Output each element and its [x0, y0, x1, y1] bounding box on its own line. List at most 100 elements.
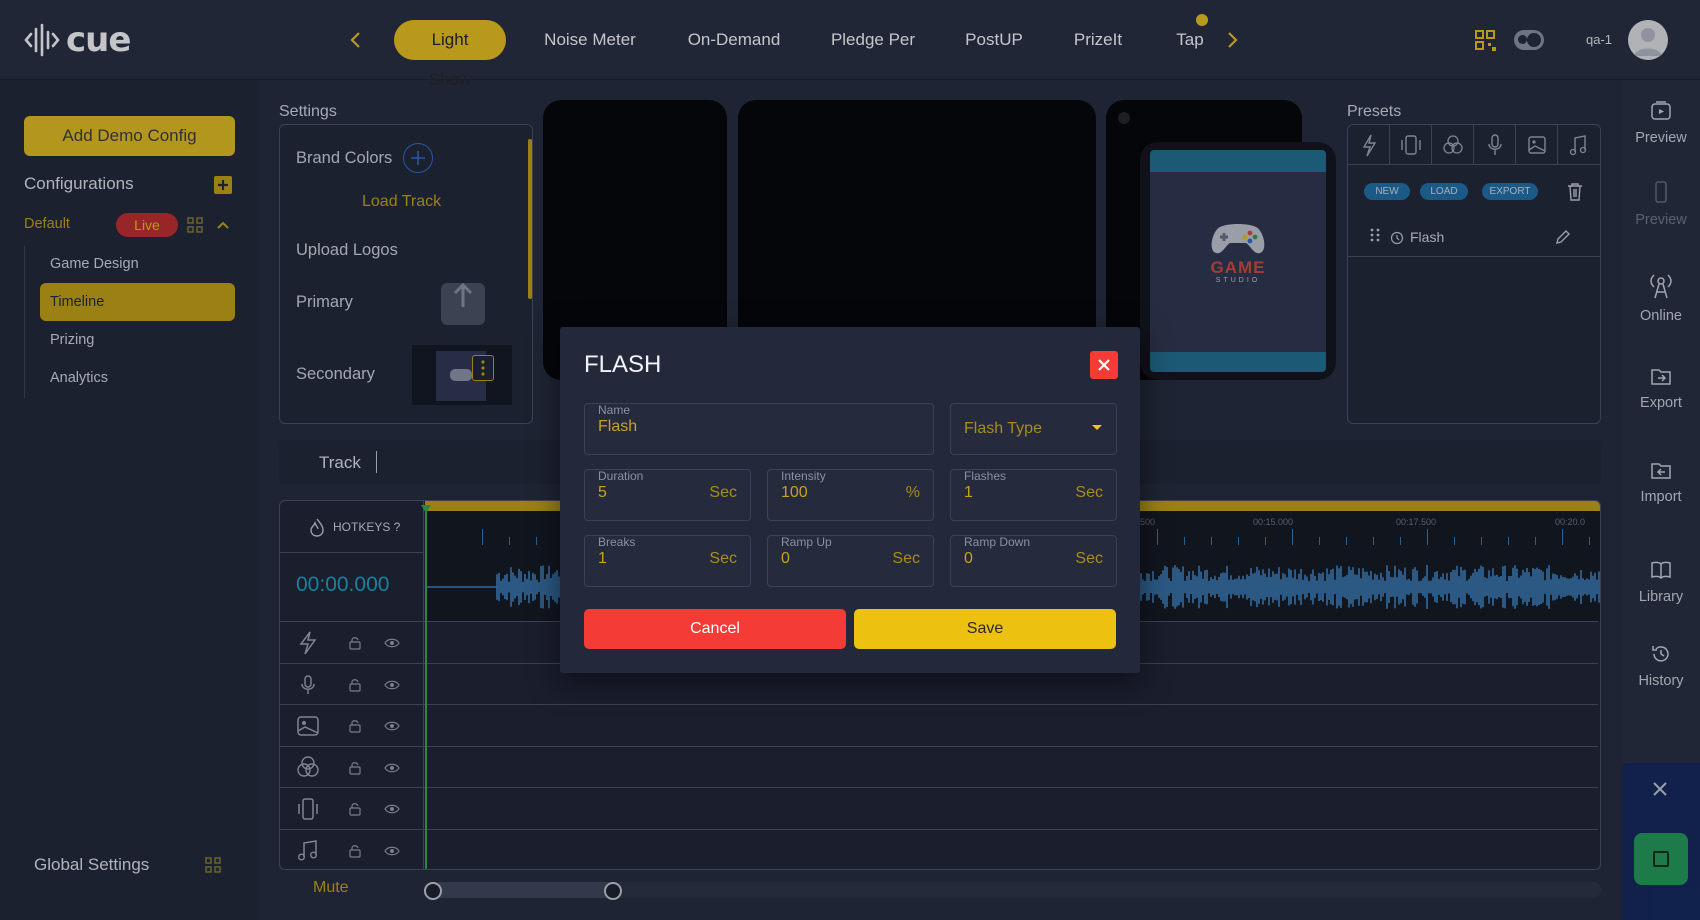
eye-icon[interactable]: [384, 844, 400, 858]
rail-online[interactable]: Online: [1622, 272, 1700, 324]
stop-button[interactable]: [1634, 833, 1688, 885]
sidebar-item-prizing[interactable]: Prizing: [40, 321, 235, 359]
preset-new-button[interactable]: NEW: [1364, 183, 1410, 200]
intensity-field[interactable]: Intensity 100 %: [767, 469, 934, 521]
field-value: 100: [781, 484, 808, 501]
preset-tab-music[interactable]: [1558, 125, 1600, 165]
tab-pledge-per[interactable]: Pledge Per: [828, 20, 918, 60]
breaks-field[interactable]: Breaks 1 Sec: [584, 535, 751, 587]
edit-pencil-icon[interactable]: [1554, 228, 1572, 246]
add-configuration-icon[interactable]: [214, 176, 232, 194]
secondary-logo-thumbnail[interactable]: [412, 345, 512, 405]
field-unit: Sec: [709, 550, 737, 567]
flashes-field[interactable]: Flashes 1 Sec: [950, 469, 1117, 521]
qr-code-icon[interactable]: [1474, 29, 1498, 53]
dialog-close-button[interactable]: [1090, 351, 1118, 379]
cancel-button[interactable]: Cancel: [584, 609, 846, 649]
ramp-up-field[interactable]: Ramp Up 0 Sec: [767, 535, 934, 587]
unlock-icon[interactable]: [348, 844, 362, 858]
settings-panel: Brand Colors Load Track Upload Logos Pri…: [279, 124, 533, 424]
duration-field[interactable]: Duration 5 Sec: [584, 469, 751, 521]
chevron-up-icon[interactable]: [215, 218, 231, 232]
preset-load-button[interactable]: LOAD: [1420, 183, 1468, 200]
track-row-vibrate[interactable]: [280, 787, 1598, 829]
rail-phone-preview[interactable]: Preview: [1622, 180, 1700, 228]
add-brand-color-button[interactable]: [403, 143, 433, 173]
track-row-music[interactable]: [280, 829, 1598, 869]
playhead[interactable]: [425, 507, 427, 869]
global-settings-label[interactable]: Global Settings: [34, 855, 149, 875]
sidebar-item-game-design[interactable]: Game Design: [40, 245, 235, 283]
unlock-icon[interactable]: [348, 636, 362, 650]
eye-icon[interactable]: [384, 719, 400, 733]
track-row-image[interactable]: [280, 704, 1598, 746]
config-qr-icon[interactable]: [187, 217, 203, 233]
save-button[interactable]: Save: [854, 609, 1116, 649]
tabs-next-arrow[interactable]: [1220, 26, 1244, 54]
unlock-icon[interactable]: [348, 802, 362, 816]
global-settings-qr-icon[interactable]: [205, 857, 221, 873]
eye-icon[interactable]: [384, 678, 400, 692]
ruler-tick: [1373, 537, 1374, 545]
rail-label: Import: [1640, 489, 1682, 505]
add-demo-config-button[interactable]: Add Demo Config: [24, 116, 235, 156]
rail-import[interactable]: Import: [1622, 459, 1700, 505]
hotkeys-header[interactable]: HOTKEYS ?: [280, 501, 424, 553]
timeline-scrollbar[interactable]: [424, 882, 1601, 900]
track-row-color[interactable]: [280, 746, 1598, 787]
eye-icon[interactable]: [384, 802, 400, 816]
cue-logo[interactable]: cue: [24, 20, 131, 60]
phone-screen-content: GAME STUDIO: [1150, 172, 1326, 352]
preset-tab-image[interactable]: [1516, 125, 1558, 165]
rail-preview[interactable]: Preview: [1622, 100, 1700, 146]
preset-export-button[interactable]: EXPORT: [1482, 183, 1538, 200]
primary-upload-button[interactable]: [441, 283, 485, 325]
close-icon[interactable]: [1650, 779, 1670, 799]
drag-handle-icon[interactable]: [1370, 227, 1380, 243]
theme-toggle[interactable]: [1514, 30, 1544, 50]
configurations-label: Configurations: [24, 174, 134, 193]
eye-icon[interactable]: [384, 636, 400, 650]
presets-panel: NEW LOAD EXPORT Flash: [1347, 124, 1601, 424]
tab-noise-meter[interactable]: Noise Meter: [540, 20, 640, 60]
config-default-label[interactable]: Default: [24, 216, 70, 232]
scroll-handle-start[interactable]: [424, 882, 442, 900]
ruler-tick: [1508, 537, 1509, 545]
sidebar-item-timeline[interactable]: Timeline: [40, 283, 235, 321]
preset-tab-flash[interactable]: [1348, 125, 1390, 165]
unlock-icon[interactable]: [348, 761, 362, 775]
preset-tab-color[interactable]: [1432, 125, 1474, 165]
tabs-prev-arrow[interactable]: [344, 26, 368, 54]
user-label: qa-1: [1586, 32, 1613, 47]
load-track-link[interactable]: Load Track: [362, 193, 441, 211]
scrollbar-thumb[interactable]: [424, 882, 614, 898]
rail-export[interactable]: Export: [1622, 365, 1700, 411]
preset-tab-vibrate[interactable]: [1390, 125, 1432, 165]
tab-tap[interactable]: Tap: [1172, 20, 1208, 60]
trash-icon[interactable]: [1566, 182, 1584, 202]
ruler-tick: [1427, 529, 1428, 545]
flash-type-select[interactable]: Flash Type: [950, 403, 1117, 455]
preset-tab-audio[interactable]: [1474, 125, 1516, 165]
tab-on-demand[interactable]: On-Demand: [686, 20, 782, 60]
eye-icon[interactable]: [384, 761, 400, 775]
ramp-down-field[interactable]: Ramp Down 0 Sec: [950, 535, 1117, 587]
tab-indicator-dot: [1196, 14, 1208, 26]
mute-button[interactable]: Mute: [313, 879, 349, 897]
sidebar-item-analytics[interactable]: Analytics: [40, 359, 235, 397]
name-field[interactable]: Name Flash: [584, 403, 934, 455]
ruler-tick: [1157, 529, 1158, 545]
scroll-handle-end[interactable]: [604, 882, 622, 900]
unlock-icon[interactable]: [348, 678, 362, 692]
preset-list-item[interactable]: Flash: [1348, 219, 1600, 257]
tab-prizeit[interactable]: PrizeIt: [1070, 20, 1126, 60]
rail-library[interactable]: Library: [1622, 559, 1700, 605]
rail-history[interactable]: History: [1622, 643, 1700, 689]
hotkeys-label: HOTKEYS ?: [333, 520, 401, 534]
avatar[interactable]: [1628, 20, 1668, 60]
tab-light-show[interactable]: Light Show: [394, 20, 506, 89]
settings-scrollbar[interactable]: [528, 139, 532, 299]
unlock-icon[interactable]: [348, 719, 362, 733]
more-options-icon[interactable]: [472, 355, 494, 381]
tab-postup[interactable]: PostUP: [962, 20, 1026, 60]
